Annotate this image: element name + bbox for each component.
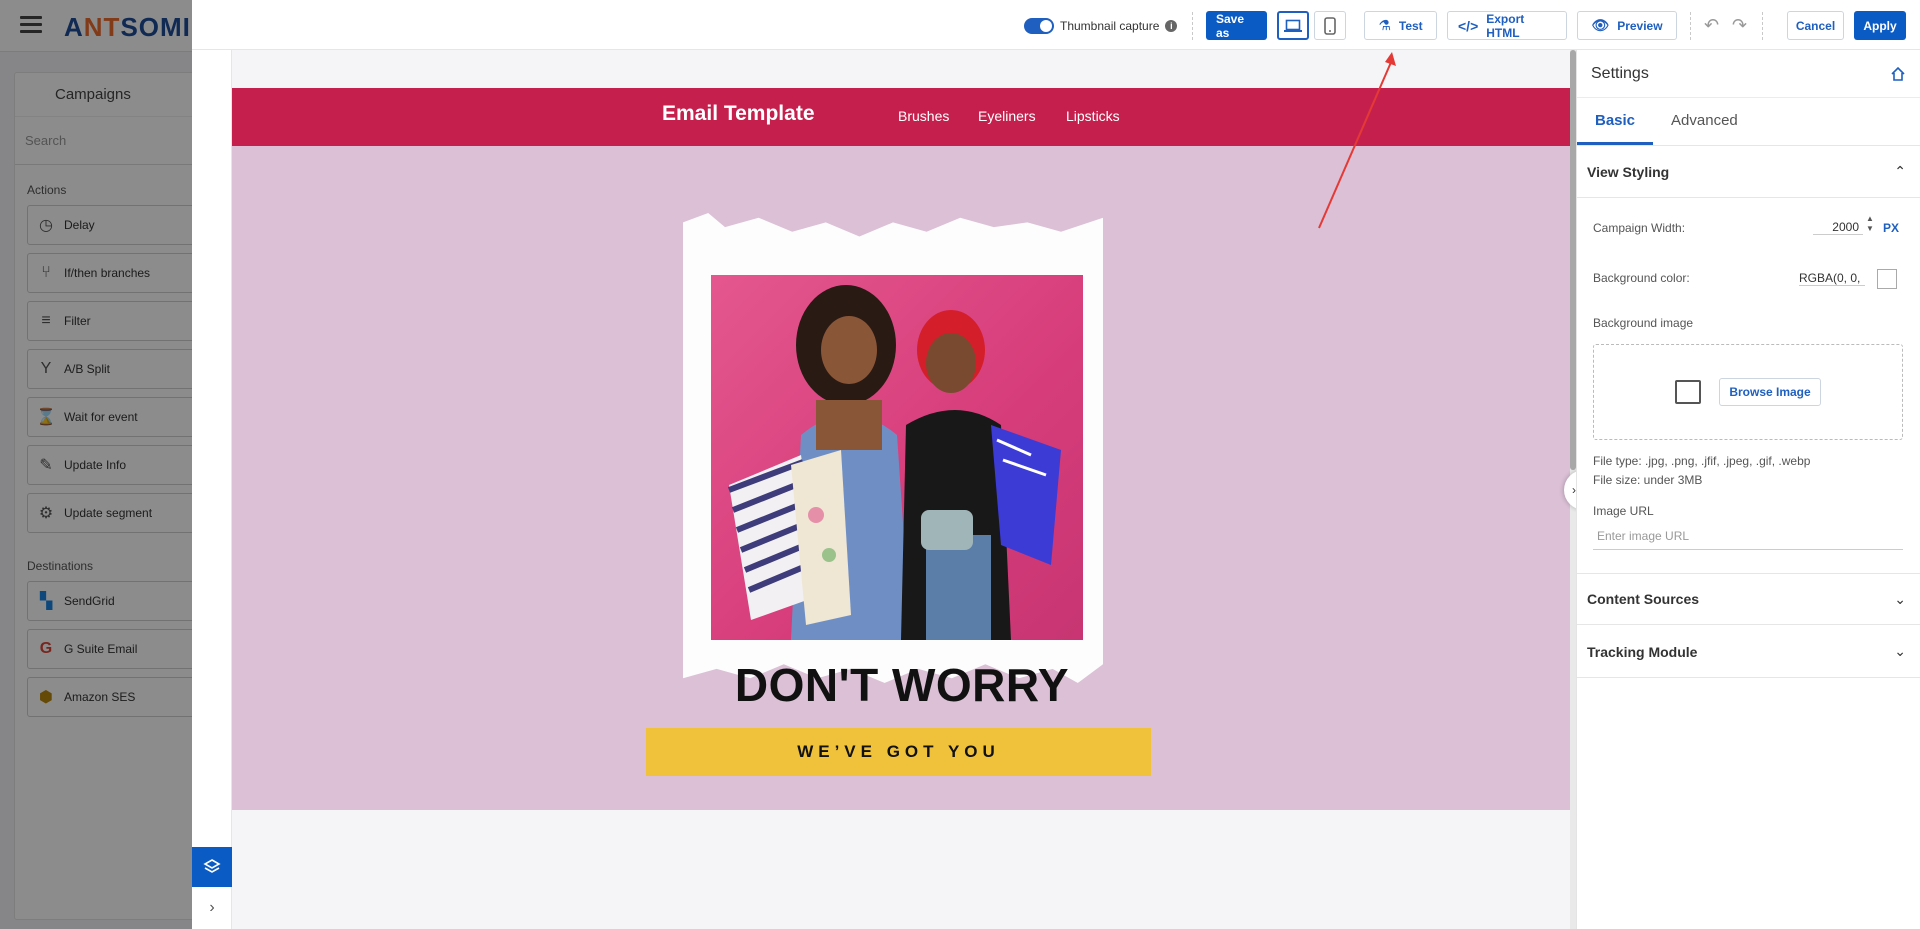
chevron-down-icon: ⌄ <box>1894 643 1906 659</box>
view-styling-label: View Styling <box>1587 163 1670 180</box>
test-button[interactable]: ⚗ Test <box>1364 11 1437 40</box>
color-swatch[interactable] <box>1877 269 1897 289</box>
toolbar-separator <box>1192 12 1193 40</box>
laptop-icon <box>1284 19 1302 32</box>
home-icon[interactable] <box>1890 66 1906 82</box>
email-template-editor: Thumbnail capture i Save as ⚗ Test </> Exp… <box>192 0 1920 929</box>
subheadline-banner[interactable]: WE’VE GOT YOU <box>646 728 1151 776</box>
headline-text[interactable]: DON'T WORRY <box>232 658 1572 712</box>
settings-header: Settings <box>1577 50 1920 98</box>
settings-tabs: Basic Advanced <box>1577 98 1920 146</box>
eye-icon: 👁 <box>1591 17 1610 33</box>
file-type-hint: File type: .jpg, .png, .jfif, .jpeg, .gi… <box>1593 454 1811 468</box>
tab-basic[interactable]: Basic <box>1577 98 1654 145</box>
settings-panel: Settings Basic Advanced View Styling ⌃ C… <box>1576 50 1920 929</box>
torn-paper-frame[interactable] <box>683 213 1103 683</box>
view-styling-accordion[interactable]: View Styling ⌃ <box>1577 146 1920 198</box>
nav-link-brushes[interactable]: Brushes <box>898 108 949 124</box>
chevron-down-icon: ⌄ <box>1894 590 1906 607</box>
save-as-button[interactable]: Save as <box>1206 11 1267 40</box>
chevron-up-icon: ⌃ <box>1894 163 1906 179</box>
thumbnail-capture-control: Thumbnail capture i <box>1024 11 1178 40</box>
editor-left-strip: › <box>192 50 232 929</box>
email-body[interactable]: Email Template Brushes Eyeliners Lipstic… <box>232 88 1572 810</box>
browse-image-button[interactable]: Browse Image <box>1719 378 1821 406</box>
email-header[interactable]: Email Template Brushes Eyeliners Lipstic… <box>232 88 1572 146</box>
tracking-module-label: Tracking Module <box>1587 643 1698 660</box>
tracking-module-accordion[interactable]: Tracking Module ⌄ <box>1577 626 1920 678</box>
nav-link-eyeliners[interactable]: Eyeliners <box>978 108 1036 124</box>
apply-button[interactable]: Apply <box>1854 11 1906 40</box>
info-icon[interactable]: i <box>1165 19 1178 32</box>
image-url-input[interactable] <box>1593 522 1903 550</box>
cancel-button[interactable]: Cancel <box>1787 11 1844 40</box>
mobile-view-button[interactable] <box>1314 11 1346 40</box>
content-sources-label: Content Sources <box>1587 591 1700 607</box>
email-title: Email Template <box>662 102 815 125</box>
desktop-view-button[interactable] <box>1277 11 1309 40</box>
flask-icon: ⚗ <box>1378 17 1391 33</box>
width-stepper-icon[interactable]: ▲ ▼ <box>1866 214 1874 234</box>
file-size-hint: File size: under 3MB <box>1593 473 1703 487</box>
phone-icon <box>1324 16 1336 35</box>
code-icon: </> <box>1458 17 1479 34</box>
campaign-width-input[interactable]: 2000 <box>1813 220 1863 235</box>
photo-illustration <box>727 285 1061 640</box>
expand-chevron-icon[interactable]: › <box>192 893 232 923</box>
shopping-women-photo[interactable] <box>711 275 1083 640</box>
thumbnail-capture-label: Thumbnail capture <box>1060 18 1160 33</box>
width-unit[interactable]: PX <box>1883 221 1899 235</box>
background-color-input[interactable]: RGBA(0, 0, <box>1799 271 1865 286</box>
layers-icon <box>203 859 221 873</box>
background-image-label: Background image <box>1593 316 1694 330</box>
background-image-dropzone[interactable]: Browse Image <box>1593 344 1903 440</box>
tab-advanced[interactable]: Advanced <box>1653 98 1756 145</box>
toolbar-separator <box>1762 12 1763 40</box>
export-html-button[interactable]: </> Export HTML <box>1447 11 1567 40</box>
background-color-label: Background color: <box>1593 271 1690 285</box>
layers-button[interactable] <box>192 847 232 887</box>
nav-link-lipsticks[interactable]: Lipsticks <box>1066 108 1120 124</box>
undo-icon[interactable]: ↶ <box>1704 11 1719 40</box>
editor-toolbar: Thumbnail capture i Save as ⚗ Test </> Exp… <box>192 0 1920 50</box>
campaign-width-label: Campaign Width: <box>1593 221 1686 235</box>
email-canvas: Email Template Brushes Eyeliners Lipstic… <box>232 50 1602 929</box>
toolbar-separator <box>1690 12 1691 40</box>
content-sources-accordion[interactable]: Content Sources ⌄ <box>1577 573 1920 625</box>
thumbnail-capture-toggle[interactable] <box>1024 17 1054 34</box>
image-url-label: Image URL <box>1593 504 1654 518</box>
image-icon <box>1675 380 1702 404</box>
redo-icon[interactable]: ↷ <box>1732 11 1747 40</box>
settings-title: Settings <box>1591 64 1649 82</box>
preview-button[interactable]: 👁 Preview <box>1577 11 1677 40</box>
